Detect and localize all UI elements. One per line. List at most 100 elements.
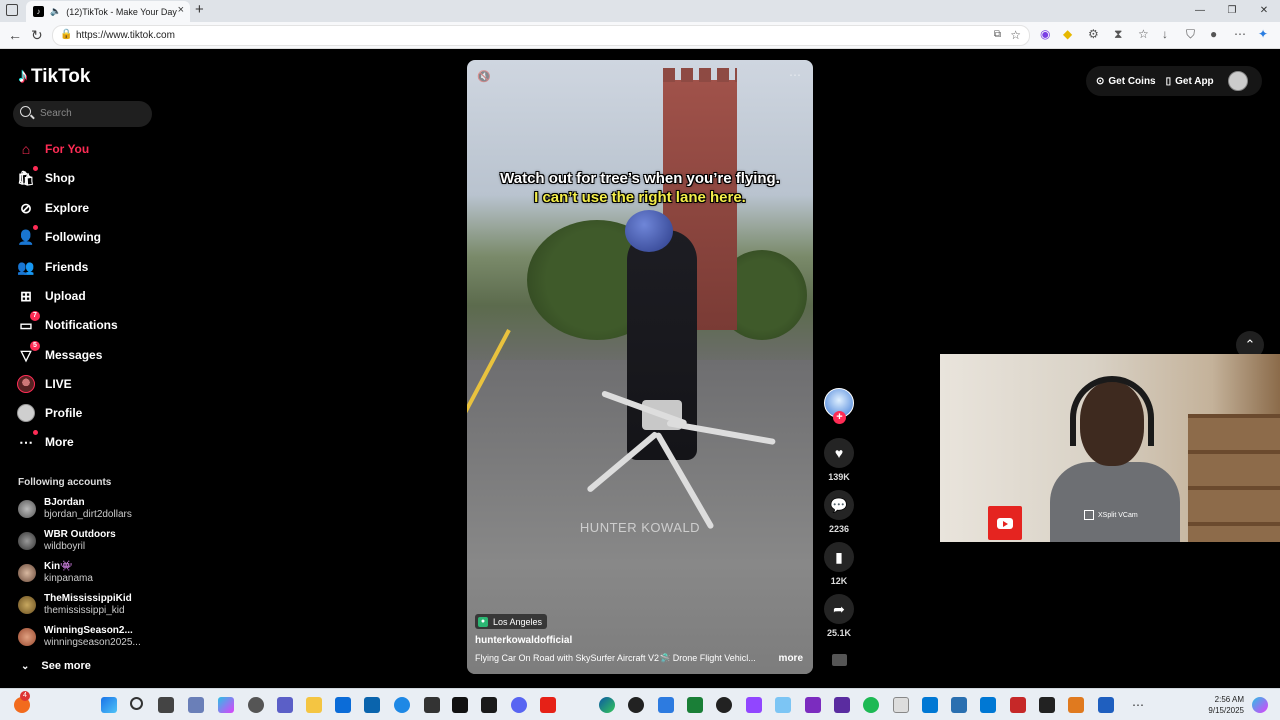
- terminal-icon[interactable]: [481, 697, 497, 713]
- sidebar-item-following[interactable]: 👤 Following: [17, 225, 101, 248]
- video-player[interactable]: 🔇 ⋯ Watch out for tree’s when you’re fly…: [467, 60, 813, 674]
- extensions-icon[interactable]: ⚙: [1088, 27, 1099, 41]
- tiktok-logo[interactable]: ♪ TikTok: [18, 65, 90, 88]
- open-in-app-icon[interactable]: ⧉: [994, 29, 1001, 40]
- gemini-icon[interactable]: [658, 697, 674, 713]
- store-icon[interactable]: [335, 697, 351, 713]
- sidebar-item-for-you[interactable]: ⌂ For You: [17, 138, 89, 160]
- volume-icon[interactable]: 🔇: [477, 70, 491, 83]
- sidebar-item-messages[interactable]: ▽ 5 Messages: [17, 341, 102, 366]
- sidebar-item-live[interactable]: LIVE: [17, 373, 72, 395]
- app-icon[interactable]: [834, 697, 850, 713]
- comment-button[interactable]: 💬 2236: [822, 490, 856, 534]
- get-app-button[interactable]: ▯ Get App: [1166, 76, 1214, 87]
- app-icon[interactable]: [1010, 697, 1026, 713]
- extension-icon[interactable]: ◆: [1063, 27, 1072, 41]
- sidebar-item-explore[interactable]: ⊘ Explore: [17, 197, 89, 219]
- search-input[interactable]: Search: [13, 101, 152, 127]
- app-icon[interactable]: [980, 697, 996, 713]
- app-icon[interactable]: [922, 697, 938, 713]
- sidebar-item-friends[interactable]: 👥 Friends: [17, 256, 88, 278]
- video-caption-line-2: I can’t use the right lane here.: [534, 189, 746, 206]
- sidebar-toggle-icon[interactable]: [6, 4, 18, 16]
- url-field[interactable]: 🔒 https://www.tiktok.com ⧉ ☆: [52, 25, 1030, 46]
- profile-icon[interactable]: ●: [1210, 27, 1217, 41]
- copilot-icon[interactable]: ✦: [1258, 27, 1268, 41]
- app-icon[interactable]: [687, 697, 703, 713]
- copilot-icon[interactable]: [218, 697, 234, 713]
- overflow-icon[interactable]: ⋯: [1130, 697, 1146, 713]
- favorites-icon[interactable]: ☆: [1138, 27, 1149, 41]
- maximize-button[interactable]: ❐: [1216, 0, 1248, 22]
- teams-icon[interactable]: [277, 697, 293, 713]
- description-more-link[interactable]: more: [779, 653, 803, 664]
- youtube-icon[interactable]: [540, 697, 556, 713]
- terminal-icon[interactable]: [1039, 697, 1055, 713]
- follow-plus-button[interactable]: +: [833, 411, 846, 424]
- app-icon[interactable]: [716, 697, 732, 713]
- save-button[interactable]: ▮ 12K: [822, 542, 856, 586]
- file-explorer-icon[interactable]: [306, 697, 322, 713]
- windows-start-icon[interactable]: [101, 697, 117, 713]
- app-icon[interactable]: [1068, 697, 1084, 713]
- app-icon[interactable]: [628, 697, 644, 713]
- extension-icon[interactable]: ◉: [1040, 27, 1050, 41]
- following-account[interactable]: BJordan bjordan_dirt2dollars: [18, 497, 132, 521]
- mail-icon[interactable]: [364, 697, 380, 713]
- share-button[interactable]: ➦ 25.1K: [822, 594, 856, 638]
- sidebar-item-label: Friends: [45, 260, 89, 274]
- app-icon[interactable]: [452, 697, 468, 713]
- favorite-star-icon[interactable]: ☆: [1010, 28, 1021, 42]
- minimize-button[interactable]: —: [1184, 0, 1216, 22]
- app-icon[interactable]: [775, 697, 791, 713]
- sidebar-item-notifications[interactable]: ▭ 7 Notifications: [17, 311, 118, 336]
- app-icon[interactable]: [805, 697, 821, 713]
- task-view-icon[interactable]: [158, 697, 174, 713]
- app-icon[interactable]: [951, 697, 967, 713]
- copilot-icon[interactable]: [1252, 697, 1268, 713]
- app-icon[interactable]: [424, 697, 440, 713]
- get-app-label: Get App: [1175, 75, 1214, 87]
- menu-icon[interactable]: ⋯: [1234, 27, 1246, 41]
- sidebar-item-upload[interactable]: ⊞ Upload: [17, 285, 86, 307]
- chatgpt-icon[interactable]: [248, 697, 264, 713]
- search-icon[interactable]: [130, 697, 143, 710]
- following-account[interactable]: TheMississippiKid themississippi_kid: [18, 593, 132, 617]
- refresh-icon[interactable]: ↻: [31, 27, 43, 44]
- new-tab-button[interactable]: +: [195, 1, 204, 18]
- app-icon[interactable]: [394, 697, 410, 713]
- twitch-icon[interactable]: [746, 697, 762, 713]
- following-account[interactable]: Kin👾 kinpanama: [18, 561, 93, 585]
- video-options-icon[interactable]: ⋯: [789, 68, 801, 82]
- edge-icon[interactable]: [599, 697, 615, 713]
- music-disc-icon[interactable]: [832, 654, 847, 666]
- like-button[interactable]: ♥ 139K: [822, 438, 856, 482]
- browser-tab-bar: ♪ 🔈 (12)TikTok - Make Your Day × + — ❐ ✕: [0, 0, 1280, 22]
- app-icon[interactable]: [1098, 697, 1114, 713]
- sidebar-item-more[interactable]: ⋯ More: [17, 430, 74, 453]
- video-author[interactable]: hunterkowaldofficial: [475, 635, 572, 646]
- sidebar-item-shop[interactable]: 🛍 Shop: [17, 166, 75, 189]
- close-window-button[interactable]: ✕: [1248, 0, 1280, 22]
- sidebar-item-profile[interactable]: Profile: [17, 402, 82, 424]
- calculator-icon[interactable]: [893, 697, 909, 713]
- security-icon[interactable]: ⛉: [1186, 27, 1195, 42]
- location-tag[interactable]: ● Los Angeles: [475, 614, 548, 629]
- split-screen-icon[interactable]: ⧗: [1114, 27, 1122, 42]
- following-account[interactable]: WinningSeason2... winningseason2025...: [18, 625, 141, 649]
- system-clock[interactable]: 2:56 AM 9/15/2025: [1208, 694, 1244, 716]
- following-account[interactable]: WBR Outdoors wildboyril: [18, 529, 116, 553]
- spotify-icon[interactable]: [863, 697, 879, 713]
- get-coins-button[interactable]: ⊙ Get Coins: [1096, 76, 1156, 87]
- browser-tab[interactable]: ♪ 🔈 (12)TikTok - Make Your Day ×: [26, 1, 190, 22]
- app-icon[interactable]: [188, 697, 204, 713]
- see-more-button[interactable]: ⌄ See more: [21, 660, 91, 672]
- downloads-icon[interactable]: ↓: [1162, 27, 1168, 41]
- sidebar-item-label: For You: [45, 142, 90, 156]
- back-icon[interactable]: ←: [8, 27, 22, 43]
- speaker-icon[interactable]: 🔈: [50, 6, 61, 17]
- discord-icon[interactable]: [511, 697, 527, 713]
- user-avatar[interactable]: [1227, 71, 1248, 91]
- sidebar-item-label: Notifications: [45, 318, 118, 332]
- close-tab-button[interactable]: ×: [178, 4, 184, 16]
